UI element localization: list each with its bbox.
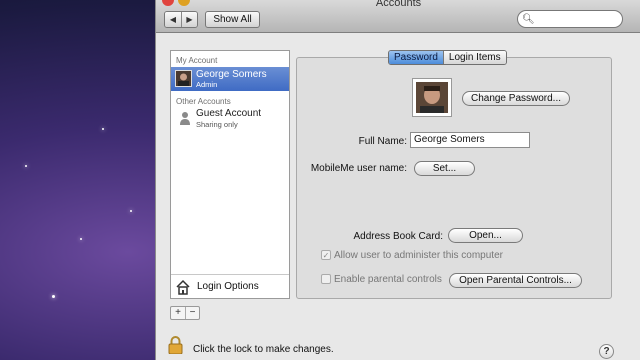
navigation-buttons: ◀ ▶ xyxy=(164,11,198,28)
accounts-list: My Account George Somers Admin Other Acc… xyxy=(170,50,290,299)
desktop-star xyxy=(52,295,55,298)
account-add-remove: + − xyxy=(170,306,200,320)
search-field[interactable]: 🔍︎ xyxy=(517,10,623,28)
search-icon: 🔍︎ xyxy=(522,14,535,25)
open-parental-controls-button[interactable]: Open Parental Controls... xyxy=(449,273,582,288)
desktop-star xyxy=(102,128,104,130)
parental-controls-checkbox[interactable] xyxy=(321,274,331,284)
tab-password[interactable]: Password xyxy=(389,51,443,64)
toolbar: Accounts ◀ ▶ Show All 🔍︎ xyxy=(156,0,640,33)
user-avatar-icon xyxy=(175,70,192,87)
account-name: George Somers xyxy=(196,69,267,80)
guest-user-icon xyxy=(180,112,190,125)
open-address-card-button[interactable]: Open... xyxy=(448,228,523,243)
my-account-header: My Account xyxy=(176,56,218,65)
lock-message: Click the lock to make changes. xyxy=(193,344,334,355)
tab-login-items[interactable]: Login Items xyxy=(442,51,506,64)
full-name-label: Full Name: xyxy=(358,136,407,147)
allow-admin-label: Allow user to administer this computer xyxy=(334,250,503,261)
account-role: Admin xyxy=(196,80,218,89)
guest-account-status: Sharing only xyxy=(196,120,238,129)
help-button[interactable]: ? xyxy=(599,344,614,359)
show-all-button[interactable]: Show All xyxy=(205,11,260,28)
forward-button[interactable]: ▶ xyxy=(181,12,197,27)
guest-account-name: Guest Account xyxy=(196,108,262,119)
desktop-star xyxy=(80,238,82,240)
other-accounts-header: Other Accounts xyxy=(176,97,231,106)
full-name-field[interactable]: George Somers xyxy=(410,132,530,148)
login-options-item[interactable]: Login Options xyxy=(171,274,289,298)
desktop-star xyxy=(25,165,27,167)
change-password-button[interactable]: Change Password... xyxy=(462,91,570,106)
back-button[interactable]: ◀ xyxy=(165,12,181,27)
lock-icon[interactable] xyxy=(168,336,183,354)
user-photo[interactable] xyxy=(412,78,452,117)
account-item-george-somers[interactable]: George Somers Admin xyxy=(171,67,289,91)
allow-admin-checkbox[interactable]: ✓ xyxy=(321,250,331,260)
desktop-star xyxy=(130,210,132,212)
parental-controls-label: Enable parental controls xyxy=(334,274,442,285)
window-title: Accounts xyxy=(375,0,422,9)
mobileme-label: MobileMe user name: xyxy=(310,163,407,174)
address-book-label: Address Book Card: xyxy=(353,231,444,242)
remove-account-button[interactable]: − xyxy=(185,307,199,319)
tab-bar: Password Login Items xyxy=(388,50,507,65)
add-account-button[interactable]: + xyxy=(171,307,185,319)
login-options-label: Login Options xyxy=(197,281,259,292)
house-icon xyxy=(176,279,190,295)
accounts-window: Accounts ◀ ▶ Show All 🔍︎ My Account Geor… xyxy=(155,0,640,360)
set-mobileme-button[interactable]: Set... xyxy=(414,161,475,176)
